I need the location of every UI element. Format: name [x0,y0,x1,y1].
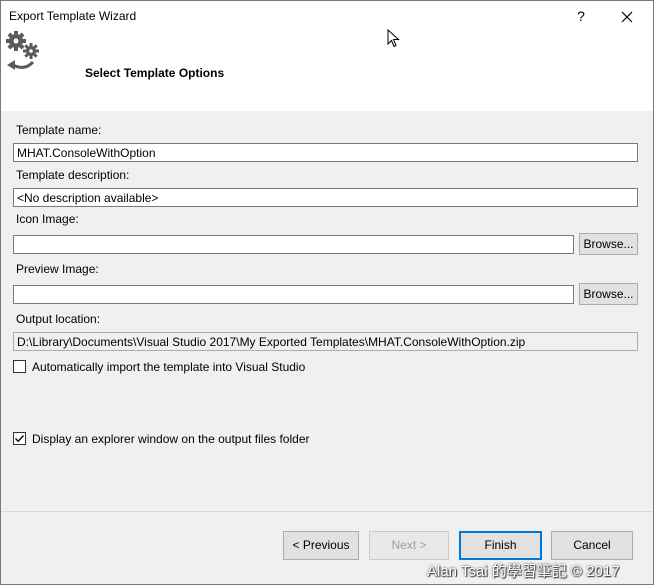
close-button[interactable] [615,5,639,27]
display-explorer-label: Display an explorer window on the output… [32,432,310,446]
close-icon [621,11,633,23]
icon-image-input[interactable] [13,235,574,254]
finish-button[interactable]: Finish [459,531,542,560]
preview-image-label: Preview Image: [16,262,99,276]
auto-import-label: Automatically import the template into V… [32,360,306,374]
display-explorer-checkbox[interactable] [13,432,26,445]
output-location-label: Output location: [16,312,101,326]
output-location-field [13,332,638,351]
wizard-header: Select Template Options [1,31,653,111]
help-button[interactable]: ? [571,5,591,27]
icon-image-browse-button[interactable]: Browse... [579,233,638,255]
watermark-text: Alan Tsai 的學習筆記 © 2017 [427,563,620,580]
auto-import-checkbox[interactable] [13,360,26,373]
template-description-label: Template description: [16,168,130,182]
template-description-input[interactable] [13,188,638,207]
footer-separator [1,511,653,512]
title-bar: Export Template Wizard ? [1,1,653,31]
template-name-input[interactable] [13,143,638,162]
icon-image-label: Icon Image: [16,212,79,226]
auto-import-option[interactable]: Automatically import the template into V… [13,359,413,375]
display-explorer-option[interactable]: Display an explorer window on the output… [13,431,413,447]
preview-image-browse-button[interactable]: Browse... [579,283,638,305]
mouse-pointer-icon [387,29,400,48]
export-template-wizard-window: Export Template Wizard ? Select Template… [0,0,654,585]
checkmark-icon [15,435,25,443]
export-template-gears-icon [6,31,39,70]
cancel-button[interactable]: Cancel [551,531,633,560]
template-name-label: Template name: [16,123,102,137]
page-title: Select Template Options [85,66,225,80]
previous-button[interactable]: < Previous [283,531,359,560]
preview-image-input[interactable] [13,285,574,304]
next-button: Next > [369,531,449,560]
window-title: Export Template Wizard [9,9,137,23]
